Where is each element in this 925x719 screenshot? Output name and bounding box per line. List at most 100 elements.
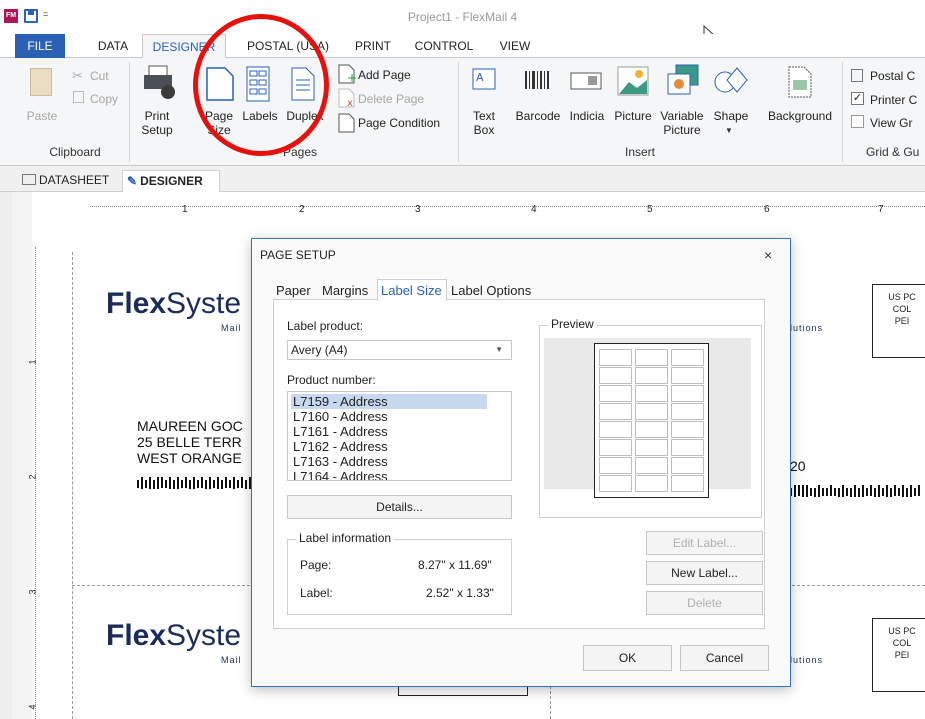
paste-button[interactable]: Paste [24, 109, 60, 123]
vruler-mark-1: 1 [27, 359, 38, 365]
preview-label-cell [635, 367, 668, 384]
indicia-button[interactable]: Indicia [566, 109, 608, 123]
permit-line-1: US PC [888, 292, 916, 302]
postal-guides-button[interactable]: Postal C [870, 69, 915, 83]
tab-paper[interactable]: Paper [276, 283, 311, 298]
postal-barcode[interactable] [137, 477, 257, 489]
address-line-1[interactable]: MAUREEN GOC [137, 418, 243, 434]
delete-page-button[interactable]: Delete Page [358, 92, 424, 106]
ruler-mark-1: 1 [182, 204, 188, 215]
list-item[interactable]: L7164 - Address [291, 469, 487, 480]
window-title: Project1 - FlexMail 4 [407, 10, 518, 24]
variable-picture-label-2: Picture [663, 123, 701, 137]
preview-label-cell [671, 475, 704, 492]
list-item[interactable]: L7162 - Address [291, 439, 487, 454]
ruler-mark-6: 6 [764, 204, 770, 215]
group-divider [458, 62, 459, 162]
edit-label-button[interactable]: Edit Label... [646, 531, 763, 555]
print-setup-icon [144, 65, 175, 99]
text-box-icon: A [472, 68, 496, 90]
address-line-3[interactable]: WEST ORANGE [137, 450, 242, 466]
shape-icon [714, 67, 748, 93]
printer-option-label[interactable]: Printer C [870, 93, 917, 107]
shape-dropdown-icon[interactable]: ▼ [725, 126, 733, 135]
view-grid-checkbox[interactable] [851, 115, 864, 128]
tab-data[interactable]: DATA [88, 34, 138, 58]
tab-label-size[interactable]: Label Size [377, 279, 447, 301]
preview-label-cell [635, 457, 668, 474]
ok-button[interactable]: OK [583, 645, 672, 671]
logo-tagline-right: lutions [790, 323, 824, 333]
zip-fragment[interactable]: 20 [790, 458, 806, 474]
tab-label-options[interactable]: Label Options [451, 283, 531, 298]
delete-button[interactable]: Delete [646, 591, 763, 615]
preview-label-cell [671, 367, 704, 384]
permit-indicia[interactable]: US PC COL PEI [872, 284, 925, 358]
logo-tagline-2: Mail [221, 655, 242, 665]
list-item[interactable]: L7161 - Address [291, 424, 487, 439]
preview-label-cell [599, 457, 632, 474]
text-box-button[interactable]: Text Box [468, 109, 500, 137]
group-label-clipboard: Clipboard [49, 145, 101, 159]
permit-line-1-2: US PC [888, 626, 916, 636]
ribbon: Paste ✂ Cut Copy Clipboard Print Setup Pa… [0, 58, 925, 166]
list-item[interactable]: L7160 - Address [291, 409, 487, 424]
print-setup-label-2: Setup [141, 123, 173, 137]
barcode-icon [525, 71, 549, 89]
tab-print[interactable]: PRINT [348, 34, 398, 58]
tab-datasheet[interactable]: DATASHEET [22, 170, 122, 192]
document-tabs: DATASHEET ✎ DESIGNER [0, 166, 925, 192]
tab-label-size-text: Label Size [381, 283, 442, 298]
copy-button[interactable]: Copy [90, 92, 118, 106]
permit-indicia-2[interactable]: US PC COL PEI [872, 618, 925, 692]
company-logo-2[interactable]: FlexSyste [106, 619, 241, 653]
group-label-grid: Grid & Gu [866, 145, 920, 159]
preview-label-cell [635, 421, 668, 438]
picture-button[interactable]: Picture [612, 109, 654, 123]
copy-icon [73, 91, 84, 103]
shape-button[interactable]: Shape [711, 109, 751, 123]
tab-control[interactable]: CONTROL [410, 34, 478, 58]
vertical-ruler-line [35, 247, 36, 719]
print-setup-button[interactable]: Print Setup [137, 109, 177, 137]
page-size-value: 8.27" x 11.69" [418, 558, 492, 572]
variable-picture-button[interactable]: Variable Picture [656, 109, 708, 137]
details-button[interactable]: Details... [287, 495, 512, 519]
product-number-list[interactable]: L7159 - Address L7160 - Address L7161 - … [287, 391, 512, 481]
company-logo[interactable]: FlexSyste [106, 287, 241, 321]
tab-designer-doc[interactable]: ✎ DESIGNER [122, 170, 220, 192]
barcode-button[interactable]: Barcode [510, 109, 566, 123]
printer-checkbox[interactable]: ✓ [851, 92, 864, 105]
vruler-mark-2: 2 [27, 474, 38, 480]
group-divider [129, 62, 130, 162]
page-setup-dialog: PAGE SETUP × Paper Margins Label Size La… [251, 238, 791, 687]
close-icon[interactable]: × [764, 247, 772, 263]
tab-file[interactable]: FILE [15, 34, 65, 58]
add-page-button[interactable]: Add Page [358, 68, 411, 82]
cancel-button[interactable]: Cancel [680, 645, 769, 671]
postal-barcode-right[interactable] [790, 485, 925, 497]
datasheet-icon [22, 174, 36, 185]
cut-button[interactable]: Cut [90, 69, 109, 83]
product-number-label: Product number: [287, 373, 376, 387]
preview-label-cell [599, 475, 632, 492]
page-condition-button[interactable]: Page Condition [358, 116, 440, 130]
designer-icon: ✎ [127, 174, 138, 188]
tab-margins[interactable]: Margins [322, 283, 368, 298]
page-condition-icon [338, 113, 355, 133]
preview-label-cell [671, 385, 704, 402]
new-label-button[interactable]: New Label... [646, 561, 763, 585]
address-line-2[interactable]: 25 BELLE TERR [137, 434, 242, 450]
svg-text:A: A [476, 71, 484, 84]
preview-label-cell [635, 439, 668, 456]
label-information-legend: Label information [296, 531, 395, 545]
background-button[interactable]: Background [762, 109, 838, 123]
logo-bold-text-2: Flex [106, 619, 167, 652]
view-grid-label[interactable]: View Gr [870, 116, 912, 130]
canvas-left-margin [0, 192, 12, 719]
tab-view[interactable]: VIEW [490, 34, 540, 58]
list-item[interactable]: L7163 - Address [291, 454, 487, 469]
list-item[interactable]: L7159 - Address [291, 394, 487, 409]
permit-line-3: PEI [894, 316, 910, 326]
label-product-select[interactable]: Avery (A4) ▼ [287, 340, 512, 360]
